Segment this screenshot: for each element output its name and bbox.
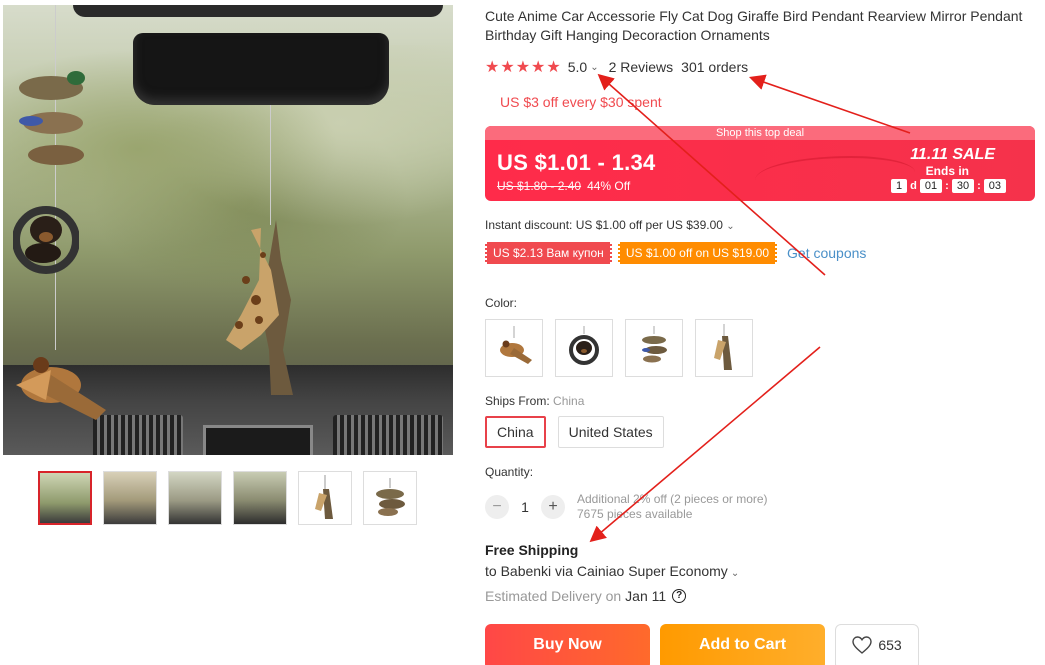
free-shipping: Free Shipping bbox=[485, 542, 579, 558]
quantity-stepper: − 1 + Additional 2% off (2 pieces or mor… bbox=[485, 492, 768, 522]
ships-from-text: Ships From: bbox=[485, 394, 550, 408]
color-option-giraffe[interactable] bbox=[695, 319, 753, 377]
ship-option-china[interactable]: China bbox=[485, 416, 546, 448]
deal-original: US $1.80 - 2.40 44% Off bbox=[497, 179, 630, 193]
rating-row: ★★★★★ 5.0 ⌄ 2 Reviews 301 orders bbox=[485, 57, 748, 77]
rating-stars: ★★★★★ bbox=[485, 59, 562, 76]
color-option-ducks[interactable] bbox=[625, 319, 683, 377]
estimated-delivery: Estimated Delivery on Jan 11 ? bbox=[485, 588, 687, 604]
ships-from-options: China United States bbox=[485, 416, 664, 448]
quantity-increase-button[interactable]: + bbox=[541, 495, 565, 519]
wishlist-button[interactable]: 653 bbox=[835, 624, 919, 665]
giraffe-pendant bbox=[226, 220, 293, 395]
air-vent bbox=[333, 415, 443, 455]
product-title: Cute Anime Car Accessorie Fly Cat Dog Gi… bbox=[485, 8, 1023, 43]
instant-discount-text: Instant discount: US $1.00 off per US $3… bbox=[485, 218, 723, 232]
rearview-mirror bbox=[133, 33, 389, 105]
main-product-image[interactable] bbox=[3, 5, 453, 455]
thumbnail-6[interactable] bbox=[363, 471, 417, 525]
pheasant-pendant bbox=[16, 357, 106, 420]
color-options bbox=[485, 319, 753, 377]
countdown-minutes: 30 bbox=[951, 179, 975, 193]
coupon-store[interactable]: US $2.13 Вам купон bbox=[485, 242, 612, 264]
duck-pendant bbox=[19, 71, 85, 165]
thumbnail-4[interactable] bbox=[233, 471, 287, 525]
color-label: Color: bbox=[485, 296, 518, 310]
chevron-down-icon[interactable]: ⌄ bbox=[590, 62, 598, 73]
deal-price: US $1.01 - 1.34 bbox=[497, 150, 656, 175]
discount-percent: 44% Off bbox=[587, 179, 631, 193]
quantity-decrease-button[interactable]: − bbox=[485, 495, 509, 519]
coupons-row: US $2.13 Вам купон US $1.00 off on US $1… bbox=[485, 242, 866, 264]
dog-pendant bbox=[13, 206, 79, 274]
days-unit: d bbox=[910, 180, 917, 192]
chevron-down-icon[interactable]: ⌄ bbox=[726, 221, 734, 232]
original-price: US $1.80 - 2.40 bbox=[497, 179, 582, 193]
deal-strip[interactable]: Shop this top deal bbox=[485, 126, 1035, 140]
thumbnail-3[interactable] bbox=[168, 471, 222, 525]
bulk-discount-note: Additional 2% off (2 pieces or more) bbox=[577, 492, 768, 506]
instant-discount[interactable]: Instant discount: US $1.00 off per US $3… bbox=[485, 218, 735, 232]
thumbnail-1[interactable] bbox=[38, 471, 92, 525]
thumbnail-strip bbox=[38, 471, 417, 525]
color-option-dog[interactable] bbox=[555, 319, 613, 377]
thumbnail-5[interactable] bbox=[298, 471, 352, 525]
arrow-to-orders bbox=[748, 74, 911, 134]
quantity-label: Quantity: bbox=[485, 465, 534, 479]
orders-count: 301 orders bbox=[681, 59, 749, 75]
sale-label: 11.11 SALE bbox=[910, 146, 995, 163]
countdown-seconds: 03 bbox=[983, 179, 1006, 193]
buy-now-button[interactable]: Buy Now bbox=[485, 624, 650, 665]
heart-icon bbox=[852, 636, 873, 654]
pendant-string bbox=[55, 5, 56, 350]
countdown-hours: 01 bbox=[919, 179, 943, 193]
action-buttons: Buy Now Add to Cart 653 bbox=[485, 624, 919, 665]
add-to-cart-button[interactable]: Add to Cart bbox=[660, 624, 825, 665]
ship-option-united-states[interactable]: United States bbox=[557, 416, 664, 448]
ships-from-label: Ships From: China bbox=[485, 394, 584, 408]
air-vent bbox=[93, 415, 183, 455]
ends-in-label: Ends in bbox=[925, 164, 969, 178]
wishlist-count: 653 bbox=[878, 637, 902, 653]
reviews-link[interactable]: 2 Reviews bbox=[609, 59, 674, 75]
color-option-pheasant[interactable] bbox=[485, 319, 543, 377]
shipping-route-text: to Babenki via Cainiao Super Economy bbox=[485, 563, 728, 579]
pendant-string bbox=[270, 105, 271, 225]
get-coupons-link[interactable]: Get coupons bbox=[787, 245, 866, 261]
car-ceiling bbox=[73, 5, 443, 17]
shipping-route[interactable]: to Babenki via Cainiao Super Economy ⌄ bbox=[485, 563, 739, 579]
estimated-delivery-date: Jan 11 bbox=[625, 588, 667, 604]
countdown-timer: 1 d 01: 30: 03 bbox=[888, 179, 1009, 193]
store-promo[interactable]: US $3 off every $30 spent bbox=[500, 94, 662, 110]
chevron-down-icon[interactable]: ⌄ bbox=[731, 568, 739, 579]
countdown-days: 1 bbox=[891, 179, 908, 193]
help-icon[interactable]: ? bbox=[672, 589, 687, 603]
thumbnail-2[interactable] bbox=[103, 471, 157, 525]
quantity-input[interactable]: 1 bbox=[509, 499, 541, 515]
coupon-select[interactable]: US $1.00 off on US $19.00 bbox=[617, 242, 778, 264]
ships-from-value: China bbox=[553, 394, 585, 408]
dashboard-screen bbox=[203, 425, 313, 455]
quantity-note: Additional 2% off (2 pieces or more) 767… bbox=[577, 492, 768, 522]
stock-available: 7675 pieces available bbox=[577, 507, 693, 521]
deal-banner: Shop this top deal US $1.01 - 1.34 US $1… bbox=[485, 126, 1035, 201]
estimated-delivery-label: Estimated Delivery on bbox=[485, 588, 622, 604]
rating-score[interactable]: 5.0 bbox=[568, 59, 587, 75]
